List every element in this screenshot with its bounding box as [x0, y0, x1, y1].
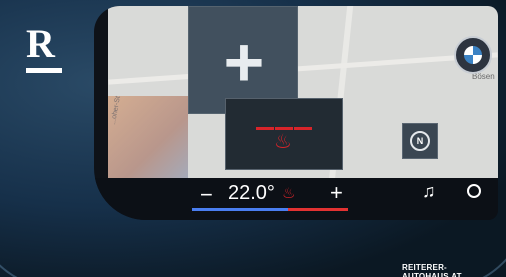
compass-button[interactable]: N: [402, 123, 438, 159]
watermark-text: REITERER-AUTOHAUS.AT: [402, 263, 462, 277]
seat-heating-tile[interactable]: ♨: [225, 98, 343, 170]
north-compass-icon: N: [410, 131, 430, 151]
plus-icon: +: [223, 23, 265, 101]
voice-assistant-icon[interactable]: [467, 184, 481, 198]
heat-indicator-line: [288, 208, 348, 211]
brand-logo: R: [26, 21, 55, 66]
navigation-map[interactable]: Bösen ...oher-St + ♨ N: [108, 6, 498, 181]
map-road: [108, 52, 498, 85]
map-area: [108, 96, 188, 181]
temperature-readout: 22.0°: [228, 182, 275, 204]
temp-decrease-button[interactable]: −: [200, 182, 213, 208]
bmw-logo-icon: [454, 36, 492, 74]
temp-increase-button[interactable]: +: [330, 180, 343, 206]
music-icon[interactable]: ♫: [422, 181, 436, 202]
seat-heating-icon: ♨: [274, 131, 292, 153]
seat-heating-small-icon[interactable]: ♨: [282, 184, 295, 202]
cool-indicator-line: [192, 208, 288, 211]
climate-bar: − 22.0° ♨ + ♫: [94, 178, 498, 220]
brand-logo-underline: [26, 68, 62, 73]
car-display-photo: R Bösen ...oher-St + ♨ N − 22.0° ♨ + ♫ R…: [0, 0, 506, 277]
infotainment-screen: Bösen ...oher-St + ♨ N − 22.0° ♨ + ♫: [94, 6, 498, 220]
heating-level-indicator: [256, 117, 314, 130]
